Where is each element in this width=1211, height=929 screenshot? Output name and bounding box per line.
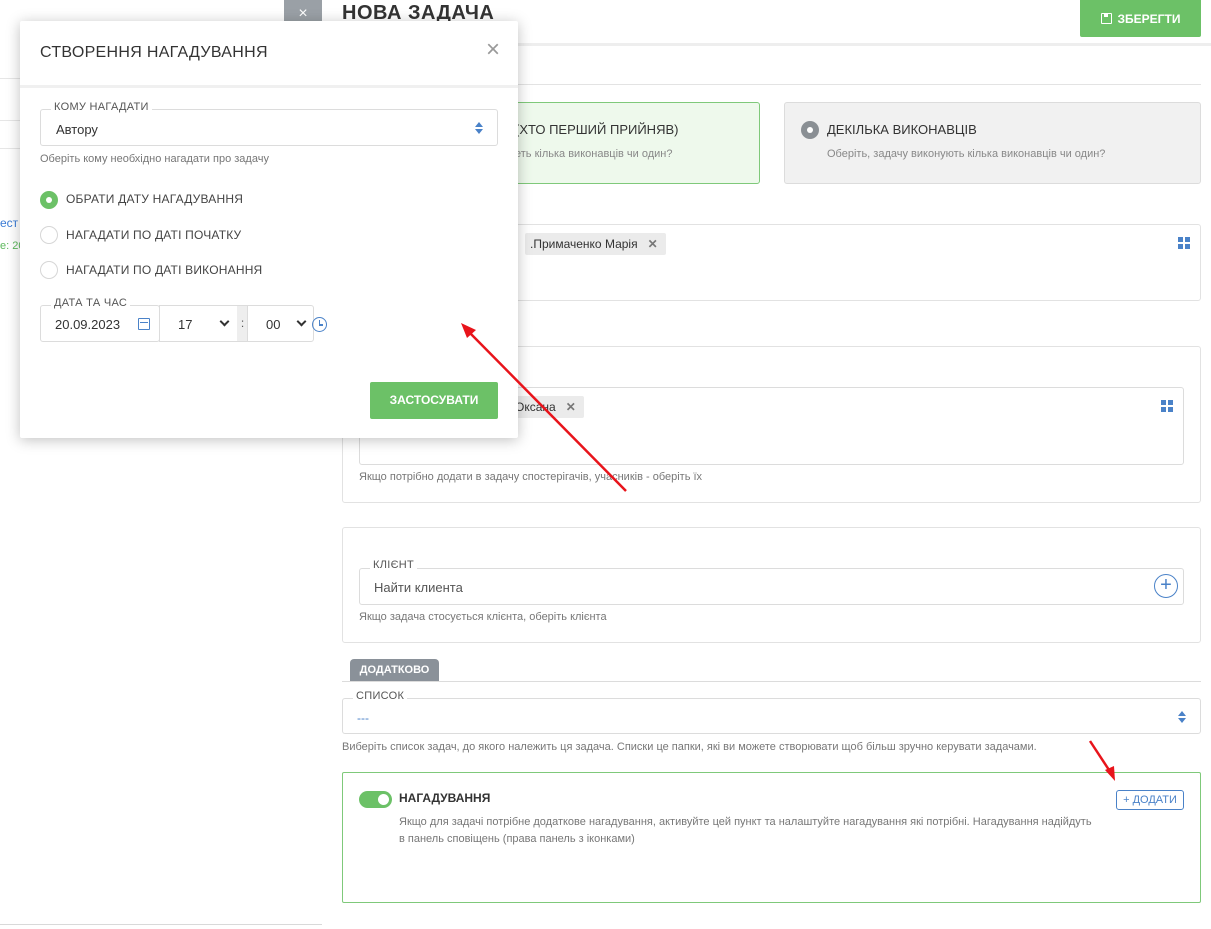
whom-hint: Оберіть кому необхідно нагадати про зада…	[40, 153, 269, 165]
hour-select[interactable]: 17	[159, 305, 238, 342]
panel-close-button[interactable]: ×	[284, 0, 322, 22]
minute-select[interactable]: 00	[247, 305, 314, 342]
radio-label[interactable]: НАГАДАТИ ПО ДАТІ ПОЧАТКУ	[66, 228, 241, 242]
add-client-icon[interactable]: +	[1154, 574, 1178, 598]
background-text-fragment: ест	[0, 216, 19, 230]
tab-additional[interactable]: ДОДАТКОВО	[350, 659, 439, 681]
modal-title: СТВОРЕННЯ НАГАДУВАННЯ	[40, 44, 268, 61]
close-icon: ×	[298, 5, 308, 22]
hour-value: 17	[178, 317, 193, 332]
remove-tag-icon[interactable]: ✕	[566, 400, 576, 414]
option-title: ДЕКІЛЬКА ВИКОНАВЦІВ	[827, 122, 977, 137]
list-label: СПИСОК	[353, 690, 408, 702]
minute-value: 00	[266, 317, 281, 332]
divider	[342, 681, 1201, 682]
reminder-toggle[interactable]	[359, 791, 392, 808]
select-arrows-icon	[475, 122, 483, 134]
chevron-down-icon	[219, 316, 230, 327]
radio-button[interactable]	[801, 121, 819, 139]
client-search-field[interactable]: Найти клиента +	[359, 568, 1184, 605]
select-arrows-icon	[1178, 711, 1186, 723]
save-button[interactable]: ЗБЕРЕГТИ	[1080, 0, 1201, 37]
observers-hint: Якщо потрібно додати в задачу спостеріга…	[359, 471, 703, 483]
reminder-description: Якщо для задачі потрібне додаткове нагад…	[399, 814, 1139, 848]
apply-button[interactable]: ЗАСТОСУВАТИ	[370, 382, 498, 419]
option-title: (ХТО ПЕРШИЙ ПРИЙНЯВ)	[515, 122, 679, 137]
radio-remind-by-start-date[interactable]	[40, 226, 58, 244]
reminder-description-line: в панель сповіщень (права панель з іконк…	[399, 833, 635, 845]
reminder-card: НАГАДУВАННЯ + ДОДАТИ Якщо для задачі пот…	[342, 772, 1201, 903]
clock-icon[interactable]	[312, 317, 327, 332]
modal-header: СТВОРЕННЯ НАГАДУВАННЯ ×	[20, 21, 518, 88]
client-label: КЛІЄНТ	[370, 559, 418, 571]
divider	[0, 924, 322, 925]
client-search-input[interactable]: Найти клиента	[374, 580, 463, 595]
assign-option-multiple-executors[interactable]: ДЕКІЛЬКА ВИКОНАВЦІВ Оберіть, задачу вико…	[784, 102, 1201, 184]
radio-choose-date[interactable]	[40, 191, 58, 209]
option-subtitle: Оберіть, задачу виконують кілька виконав…	[827, 148, 1106, 160]
remove-tag-icon[interactable]: ✕	[648, 237, 658, 251]
radio-remind-by-due-date[interactable]	[40, 261, 58, 279]
whom-label: КОМУ НАГАДАТИ	[51, 101, 152, 113]
save-button-label: ЗБЕРЕГТИ	[1117, 11, 1181, 26]
grid-icon[interactable]	[1161, 400, 1173, 412]
reminder-title: НАГАДУВАННЯ	[399, 791, 491, 805]
client-hint: Якщо задача стосується клієнта, оберіть …	[359, 611, 607, 623]
whom-select-value: Автору	[56, 122, 98, 137]
date-input[interactable]: 20.09.2023	[40, 305, 160, 342]
executor-tag: .Примаченко Марія ✕	[525, 233, 666, 255]
radio-label[interactable]: НАГАДАТИ ПО ДАТІ ВИКОНАННЯ	[66, 263, 262, 277]
tag-label: .Примаченко Марія	[530, 237, 638, 251]
date-value: 20.09.2023	[55, 317, 121, 332]
grid-icon[interactable]	[1178, 237, 1190, 249]
calendar-icon[interactable]	[138, 318, 150, 330]
save-icon	[1100, 13, 1112, 24]
close-icon[interactable]: ×	[486, 38, 500, 62]
option-subtitle: еть кілька виконавців чи один?	[515, 148, 673, 160]
add-reminder-button[interactable]: + ДОДАТИ	[1116, 790, 1184, 810]
whom-to-remind-select[interactable]: Автору	[40, 109, 498, 146]
list-select-value: ---	[357, 711, 369, 725]
list-hint: Виберіть список задач, до якого належить…	[342, 741, 1037, 753]
radio-label[interactable]: ОБРАТИ ДАТУ НАГАДУВАННЯ	[66, 192, 243, 206]
client-card: Найти клиента + КЛІЄНТ Якщо задача стосу…	[342, 527, 1201, 643]
task-list-select[interactable]: ---	[342, 698, 1201, 734]
create-reminder-modal: СТВОРЕННЯ НАГАДУВАННЯ × Автору КОМУ НАГА…	[20, 21, 518, 438]
chevron-down-icon	[296, 316, 307, 327]
datetime-label: ДАТА ТА ЧАС	[51, 297, 131, 309]
reminder-description-line: Якщо для задачі потрібне додаткове нагад…	[399, 816, 1092, 828]
